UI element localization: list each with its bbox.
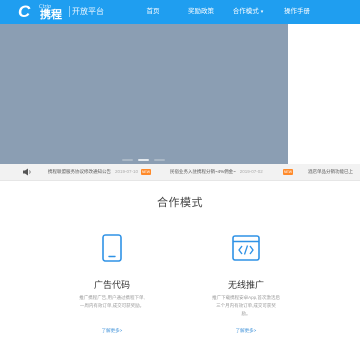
nav-item-label: 奖励政策 [188, 8, 214, 15]
nav-item-label: 合作模式 [232, 8, 259, 15]
notice-item[interactable]: 酒店单品分销功能已上 [308, 164, 353, 180]
chevron-down-icon: ▾ [260, 9, 264, 15]
mode-desc-wireless: 推广下载携程安卓App,首次激活后三个月内有效订单,成交可获奖励。 [212, 295, 280, 316]
learn-more-link-wireless[interactable]: 了解更多> [216, 327, 276, 335]
mode-title-wireless: 无线推广 [227, 280, 264, 290]
notice-item[interactable]: 民宿业务入驻携程分销~4%佣金~ 2019-07-02 [170, 164, 263, 180]
code-window-icon [232, 235, 260, 261]
nav-item-home[interactable]: 首页 [140, 0, 166, 24]
notice-date: 2019-07-02 [239, 169, 263, 174]
speaker-icon [23, 168, 31, 176]
notice-bar: 携程联盟服务协议修改通知公告 2019-07-10 NEW 民宿业务入驻携程分销~… [0, 164, 360, 181]
carousel-indicators [122, 158, 170, 162]
notice-text: 酒店单品分销功能已上 [308, 169, 353, 174]
notice-date: 2019-07-10 [115, 169, 139, 174]
learn-more-link-ad-code[interactable]: 了解更多> [82, 327, 142, 335]
nav-item-label: 首页 [146, 8, 160, 15]
page: C Ctrip 携程 开放平台 首页 奖励政策 合作模式 ▾ 操作手册 携程联盟… [0, 0, 360, 360]
carousel-dot[interactable] [154, 159, 165, 161]
banner-slide[interactable] [0, 24, 288, 164]
notice-item[interactable]: 携程联盟服务协议修改通知公告 2019-07-10 [48, 164, 138, 180]
notice-text: 携程联盟服务协议修改通知公告 [48, 169, 111, 174]
nav-item-rewards[interactable]: 奖励政策 [183, 0, 219, 24]
new-badge: NEW [283, 169, 293, 175]
top-header: C Ctrip 携程 开放平台 首页 奖励政策 合作模式 ▾ 操作手册 [0, 0, 360, 24]
nav-item-label: 操作手册 [284, 8, 310, 15]
mode-title-ad-code: 广告代码 [93, 280, 130, 290]
new-badge: NEW [141, 169, 151, 175]
mode-desc-ad-code: 推广携程广告,用户通过携程下单,一周内有效订单,成交可获奖励。 [79, 295, 145, 308]
nav-item-cooperation[interactable]: 合作模式 ▾ [228, 0, 268, 24]
mobile-phone-icon [102, 234, 122, 262]
notice-text: 民宿业务入驻携程分销~4%佣金~ [170, 169, 236, 174]
carousel-dot-active[interactable] [138, 159, 149, 161]
nav-item-manual[interactable]: 操作手册 [280, 0, 314, 24]
section-title: 合作模式 [157, 197, 203, 209]
carousel-dot[interactable] [122, 159, 133, 161]
main-nav: 首页 奖励政策 合作模式 ▾ 操作手册 [0, 0, 360, 24]
banner-side-area [288, 24, 360, 164]
